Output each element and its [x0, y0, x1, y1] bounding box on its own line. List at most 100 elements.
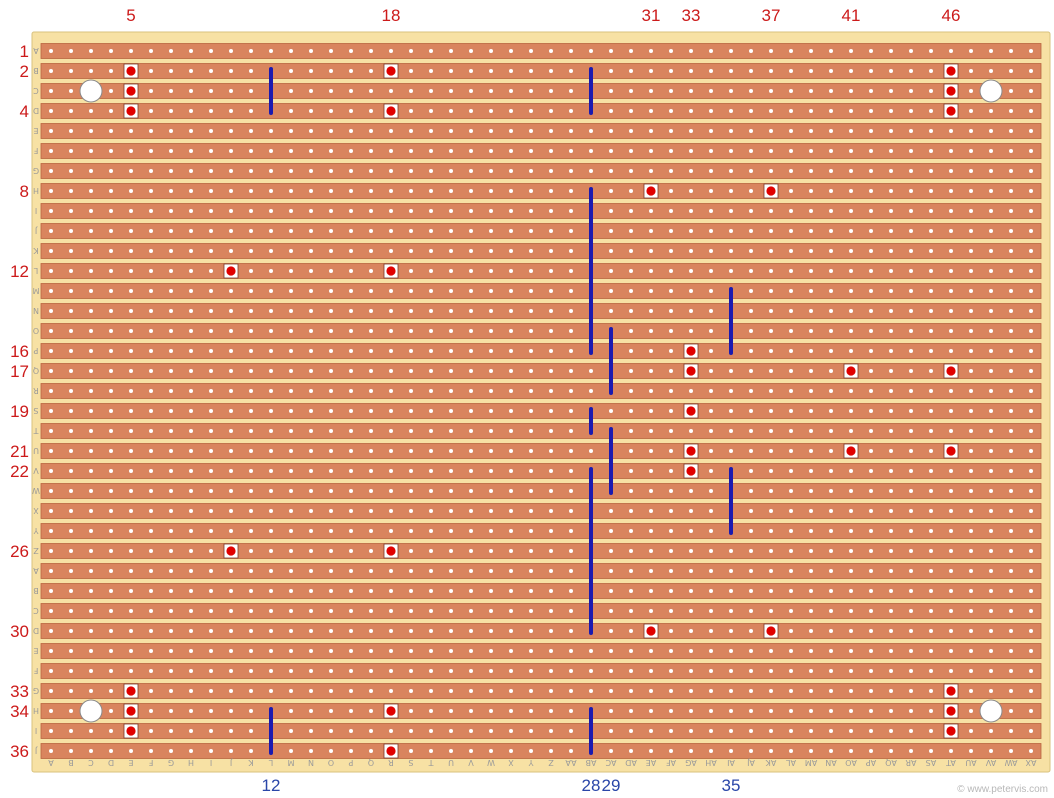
hole [609, 409, 613, 413]
hole [609, 569, 613, 573]
pin-marker [846, 446, 856, 456]
hole [309, 689, 313, 693]
hole [869, 229, 873, 233]
hole [449, 389, 453, 393]
hole [49, 329, 53, 333]
hole [809, 149, 813, 153]
hole [949, 409, 953, 413]
hole [969, 609, 973, 613]
row-letter: M [32, 286, 39, 295]
hole [169, 709, 173, 713]
pin-marker [126, 686, 136, 696]
hole [469, 209, 473, 213]
hole [709, 649, 713, 653]
hole [589, 449, 593, 453]
hole [769, 649, 773, 653]
hole [349, 329, 353, 333]
hole [469, 669, 473, 673]
hole [49, 249, 53, 253]
hole [229, 89, 233, 93]
hole [249, 189, 253, 193]
hole [489, 669, 493, 673]
hole [689, 289, 693, 293]
hole [869, 569, 873, 573]
hole [309, 249, 313, 253]
hole [889, 129, 893, 133]
hole [789, 229, 793, 233]
hole [289, 209, 293, 213]
hole [949, 669, 953, 673]
hole [789, 589, 793, 593]
hole [449, 689, 453, 693]
hole [309, 129, 313, 133]
hole [129, 149, 133, 153]
hole [329, 269, 333, 273]
hole [709, 749, 713, 753]
hole [309, 289, 313, 293]
hole [249, 609, 253, 613]
hole [1029, 49, 1033, 53]
hole [609, 49, 613, 53]
hole [149, 169, 153, 173]
hole [1009, 229, 1013, 233]
hole [729, 269, 733, 273]
hole [809, 389, 813, 393]
hole [129, 229, 133, 233]
hole [869, 49, 873, 53]
hole [749, 629, 753, 633]
hole [649, 109, 653, 113]
hole [729, 389, 733, 393]
hole [469, 649, 473, 653]
hole [249, 429, 253, 433]
hole [189, 529, 193, 533]
hole [749, 749, 753, 753]
hole [249, 389, 253, 393]
column-letter: O [328, 758, 334, 767]
hole [749, 69, 753, 73]
hole [689, 609, 693, 613]
hole [989, 609, 993, 613]
hole [909, 209, 913, 213]
hole [1009, 69, 1013, 73]
hole [469, 229, 473, 233]
hole [1009, 569, 1013, 573]
hole [1029, 489, 1033, 493]
hole [609, 109, 613, 113]
hole [509, 449, 513, 453]
hole [949, 389, 953, 393]
hole [349, 589, 353, 593]
hole [729, 689, 733, 693]
hole [749, 729, 753, 733]
hole [629, 269, 633, 273]
hole [929, 149, 933, 153]
hole [149, 369, 153, 373]
hole [69, 89, 73, 93]
hole [569, 509, 573, 513]
hole [89, 289, 93, 293]
hole [1029, 729, 1033, 733]
hole [49, 669, 53, 673]
hole [449, 749, 453, 753]
bottom-column-number: 12 [262, 776, 281, 795]
hole [569, 749, 573, 753]
hole [369, 749, 373, 753]
hole [689, 709, 693, 713]
hole [349, 509, 353, 513]
hole [609, 189, 613, 193]
hole [569, 529, 573, 533]
hole [769, 149, 773, 153]
hole [49, 129, 53, 133]
hole [889, 689, 893, 693]
hole [49, 69, 53, 73]
hole [829, 209, 833, 213]
hole [729, 189, 733, 193]
hole [489, 749, 493, 753]
hole [249, 489, 253, 493]
hole [289, 609, 293, 613]
pin-marker [126, 66, 136, 76]
hole [409, 129, 413, 133]
hole [389, 509, 393, 513]
row-letter: J [35, 746, 38, 755]
hole [109, 429, 113, 433]
hole [169, 189, 173, 193]
